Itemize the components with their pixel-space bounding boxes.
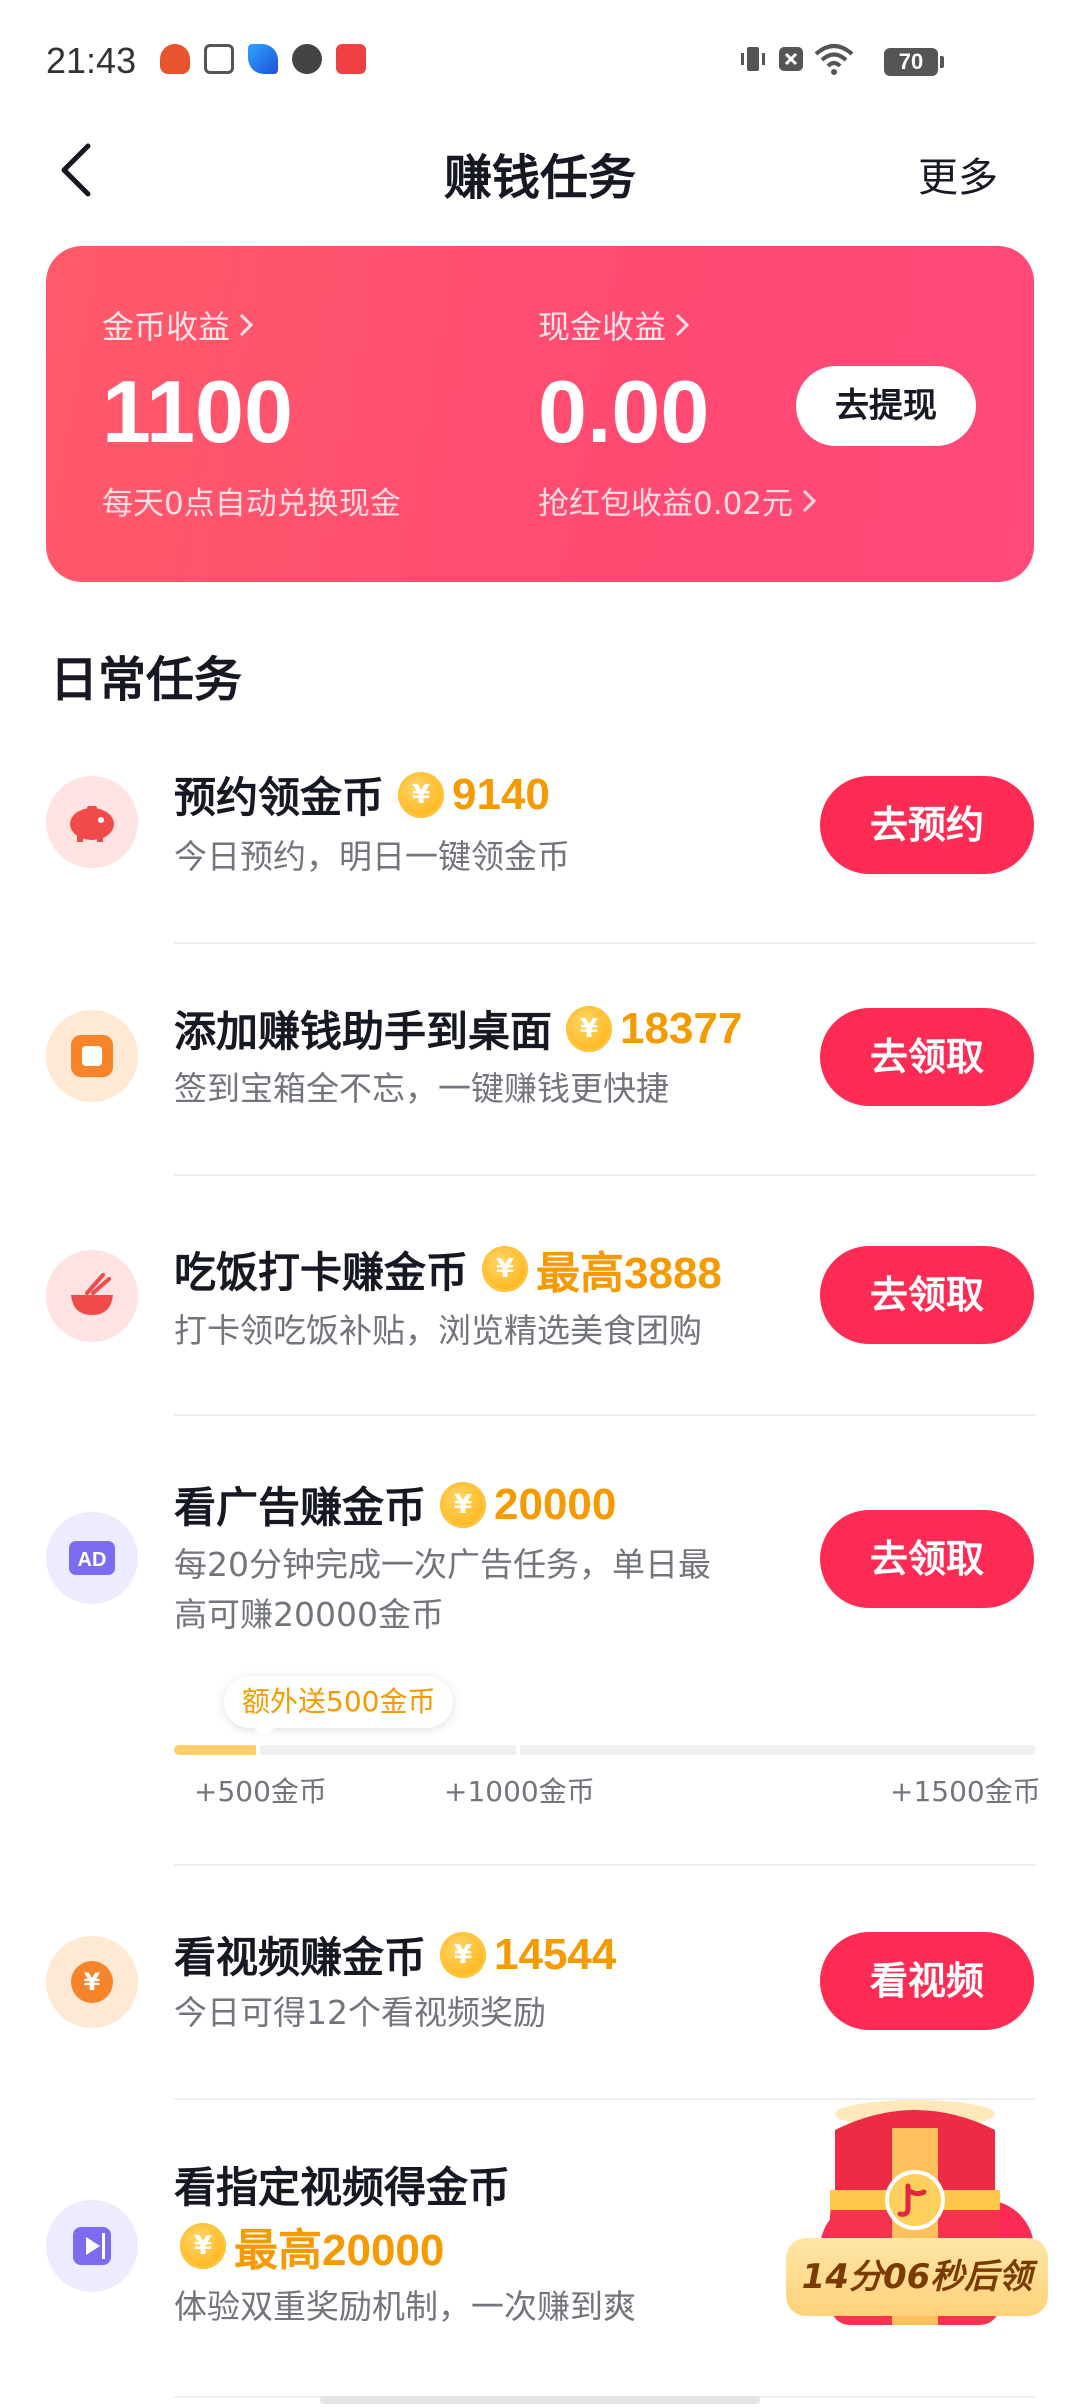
video-play-icon [46, 2200, 138, 2292]
task-reward: 9140 [452, 769, 550, 819]
task-reward: 18377 [620, 1003, 743, 1053]
cash-earnings[interactable]: 现金收益 0.00 抢红包收益0.02元 [538, 302, 819, 523]
ad-progress-fill [174, 1745, 261, 1755]
task-title: 吃饭打卡赚金币 [174, 1247, 469, 1297]
treasure-chest-icon[interactable] [780, 2090, 1050, 2370]
coin-earnings-label: 金币收益 [102, 308, 231, 346]
divider [174, 1864, 1036, 1866]
coin-earnings-sub: 每天0点自动兑换现金 [102, 486, 401, 522]
svg-text:AD: AD [78, 1549, 107, 1571]
chevron-right-icon [239, 313, 254, 337]
task-desc: 体验双重奖励机制，一次赚到爽 [174, 2287, 636, 2326]
app-icon-3 [248, 44, 278, 74]
progress-tick [256, 1740, 260, 1760]
task-reward: 最高20000 [234, 2226, 445, 2275]
ad-icon: AD [46, 1512, 138, 1604]
battery-icon: 70 [884, 48, 944, 76]
task-reward: 14544 [494, 1929, 617, 1979]
piggy-bank-icon [46, 776, 138, 868]
claim-button[interactable]: 去领取 [820, 1246, 1034, 1344]
ad-progress-bar [174, 1745, 1036, 1755]
wifi-icon [814, 44, 854, 75]
rice-bowl-icon [46, 1250, 138, 1342]
treasure-timer[interactable]: 14分06秒后领 [786, 2238, 1048, 2316]
status-bar: 21:43 70 [0, 0, 1080, 120]
divider [174, 1414, 1036, 1416]
task-desc: 今日可得12个看视频奖励 [174, 1993, 546, 2032]
earnings-card: 金币收益 1100 每天0点自动兑换现金 现金收益 0.00 抢红包收益0.02… [46, 246, 1034, 582]
cash-earnings-value: 0.00 [538, 362, 710, 461]
status-time: 21:43 [46, 40, 137, 81]
task-desc-line2: 高可赚20000金币 [174, 1595, 444, 1634]
task-title: 添加赚钱助手到桌面 [174, 1007, 553, 1056]
section-title: 日常任务 [50, 652, 243, 708]
milestone-1500: +1500金币 [890, 1775, 1041, 1808]
toutiao-icon [336, 44, 366, 74]
coin-earnings-value: 1100 [102, 362, 293, 461]
task-title: 预约领金币 [174, 773, 385, 822]
task-title: 看指定视频得金币 [174, 2163, 511, 2212]
bonus-tip: 额外送500金币 [224, 1676, 454, 1738]
task-reward: 20000 [494, 1479, 617, 1529]
notification-muted-icon [779, 47, 803, 71]
coin-earnings[interactable]: 金币收益 1100 每天0点自动兑换现金 [102, 302, 401, 523]
cash-earnings-sub: 抢红包收益0.02元 [538, 486, 794, 522]
notification-app-icons [160, 44, 366, 74]
coin-icon: ¥ [398, 771, 445, 818]
coin-icon: ¥ [180, 2223, 226, 2269]
coin-icon: ¥ [440, 1481, 487, 1528]
app-icon-1 [160, 44, 190, 74]
task-desc: 签到宝箱全不忘，一键赚钱更快捷 [174, 1069, 669, 1108]
divider [174, 942, 1036, 944]
yuan-coin-icon: ¥ [46, 1936, 138, 2028]
divider [174, 1174, 1036, 1176]
coin-icon: ¥ [440, 1931, 487, 1978]
milestone-1000: +1000金币 [444, 1775, 595, 1808]
app-icon-2 [204, 44, 234, 74]
claim-button[interactable]: 去领取 [820, 1008, 1034, 1106]
svg-text:¥: ¥ [84, 1968, 101, 1996]
coin-icon: ¥ [566, 1005, 613, 1052]
coin-icon: ¥ [482, 1246, 529, 1292]
milestone-500: +500金币 [194, 1775, 327, 1808]
watch-video-button[interactable]: 看视频 [820, 1932, 1034, 2030]
app-square-icon [46, 1010, 138, 1102]
task-desc-line1: 每20分钟完成一次广告任务，单日最 [174, 1545, 711, 1584]
chevron-right-icon [675, 313, 690, 337]
app-icon-4 [292, 44, 322, 74]
more-button[interactable]: 更多 [918, 145, 998, 203]
task-title: 看广告赚金币 [174, 1483, 427, 1532]
chevron-right-icon [802, 489, 817, 512]
vibrate-icon [741, 47, 765, 71]
task-reward: 最高3888 [536, 1249, 722, 1298]
reserve-button[interactable]: 去预约 [820, 776, 1034, 874]
withdraw-button[interactable]: 去提现 [796, 366, 976, 446]
task-title: 看视频赚金币 [174, 1933, 427, 1982]
progress-tick [516, 1740, 520, 1760]
cash-earnings-label: 现金收益 [538, 308, 667, 346]
claim-button[interactable]: 去领取 [820, 1510, 1034, 1608]
home-indicator[interactable] [320, 2396, 760, 2404]
task-desc: 打卡领吃饭补贴，浏览精选美食团购 [174, 1311, 702, 1350]
task-desc: 今日预约，明日一键领金币 [174, 837, 570, 876]
